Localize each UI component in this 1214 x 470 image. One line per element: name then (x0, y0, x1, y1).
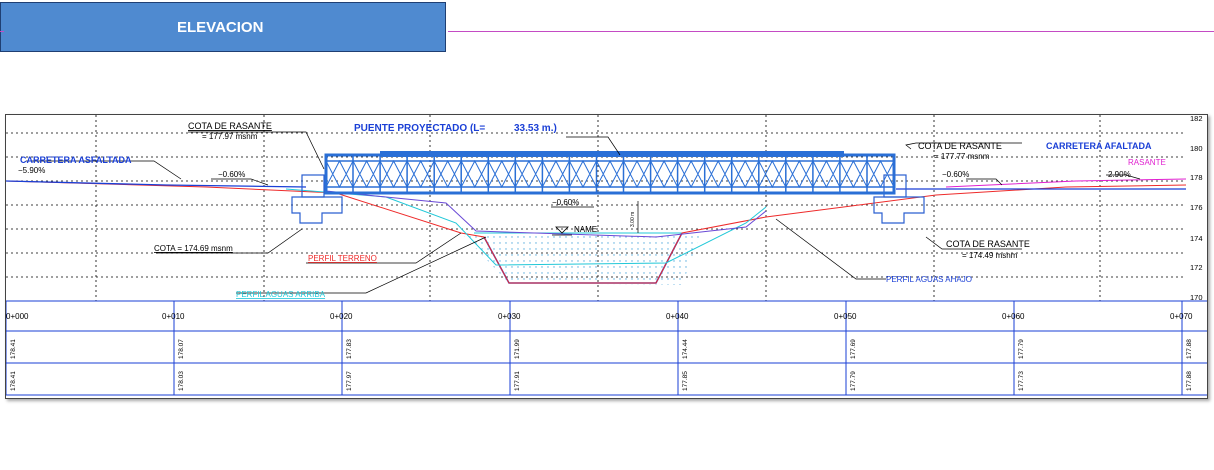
right-abutment (873, 174, 925, 224)
height-label: 3.00 m (630, 212, 636, 227)
station-label: 0+070 (1170, 312, 1193, 321)
carretera-left-label: CARRETERA ASFALTADA (20, 155, 132, 165)
elevation-drawing: 182 180 178 176 174 172 170 NAME 3.00 m … (5, 114, 1207, 396)
rasante-label: RASANTE (1128, 158, 1166, 167)
section-title: ELEVACION (177, 18, 264, 36)
elev-tick: 178 (1190, 173, 1203, 182)
row2-value: 178.03 (178, 371, 185, 391)
row1-value: 178.07 (178, 339, 185, 359)
perfil-aguas-abajo-label: PERFIL AGUAS AHAJO (886, 275, 972, 284)
height-dimension: 3.00 m (630, 201, 639, 233)
header-divider (448, 31, 1214, 32)
cota-rasante-right-value: = 177.77 msnm (934, 152, 990, 161)
slope-right-1: −0.60% (942, 170, 969, 179)
row2-value: 177.91 (514, 371, 521, 391)
carretera-right-label: CARRETERA AFALTADA (1046, 141, 1152, 151)
station-label: 0+060 (1002, 312, 1025, 321)
row1-value: 177.69 (850, 339, 857, 359)
cota-left-bottom: COTA = 174.69 msnm (154, 244, 233, 253)
perfil-aguas-abajo-line (325, 190, 767, 238)
station-label: 0+050 (834, 312, 857, 321)
elev-tick: 180 (1190, 144, 1203, 153)
station-label: 0+030 (498, 312, 521, 321)
cota-rasante-left-title: COTA DE RASANTE (188, 121, 272, 131)
elev-tick: 182 (1190, 115, 1203, 123)
station-label: 0+020 (330, 312, 353, 321)
station-label: 0+010 (162, 312, 185, 321)
row1-value: 177.88 (1186, 339, 1193, 359)
row2-value: 177.85 (682, 371, 689, 391)
elevation-axis: 182 180 178 176 174 172 170 (1190, 114, 1203, 302)
station-label: 0+040 (666, 312, 689, 321)
row1-value: 171.99 (514, 339, 521, 359)
row1-value: 174.44 (682, 339, 689, 359)
row2-value: 177.79 (850, 371, 857, 391)
perfil-terreno-label: PERFIL TERRENO (308, 254, 377, 263)
station-table: 0+000 178.41 178.41 0+010 178.07 178.03 0+020 1… (5, 300, 1207, 396)
perfil-aguas-arriba-label: PERFIL AGUAS ARRIBA (236, 290, 326, 299)
row2-value: 178.41 (10, 371, 17, 391)
elev-tick: 176 (1190, 203, 1203, 212)
section-title-tab: ELEVACION (0, 2, 446, 52)
left-abutment (291, 174, 343, 224)
cota-rasante-bottom-title: COTA DE RASANTE (946, 239, 1030, 249)
row1-value: 178.41 (10, 339, 17, 359)
slope-center: −0.60% (552, 198, 579, 207)
puente-proyectado-label: PUENTE PROYECTADO (L= (354, 123, 485, 134)
puente-length-label: 33.53 m.) (514, 123, 557, 134)
cota-rasante-bottom-value: = 174.49 msnm (962, 251, 1018, 260)
header-divider-left (0, 31, 4, 32)
row2-value: 177.97 (346, 371, 353, 391)
row1-value: 177.83 (346, 339, 353, 359)
row2-value: 177.73 (1018, 371, 1025, 391)
carretera-left-line (5, 180, 307, 188)
station-label: 0+000 (6, 312, 29, 321)
truss-diagonals (325, 159, 895, 189)
elev-tick: 174 (1190, 234, 1203, 243)
slope-left-2: −0.60% (218, 170, 245, 179)
name-label: NAME (574, 225, 597, 234)
slope-right-2: 2.90% (1108, 170, 1131, 179)
row1-value: 177.79 (1018, 339, 1025, 359)
row2-value: 177.88 (1186, 371, 1193, 391)
elev-tick: 172 (1190, 263, 1203, 272)
cota-rasante-left-value: = 177.97 msnm (202, 132, 258, 141)
elevation-drawing-frame: 182 180 178 176 174 172 170 NAME 3.00 m … (5, 114, 1208, 399)
slope-left-1: −5.90% (18, 166, 45, 175)
cota-rasante-right-title: COTA DE RASANTE (918, 141, 1002, 151)
